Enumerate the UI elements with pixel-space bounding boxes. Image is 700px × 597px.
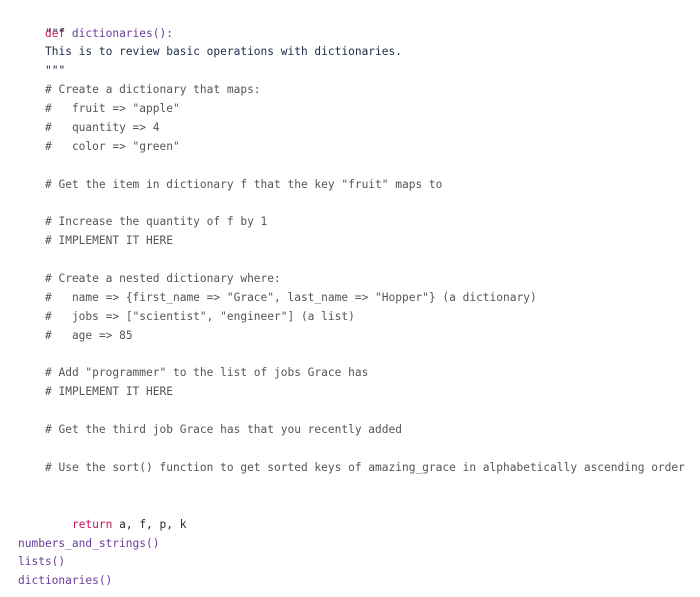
comment-line: # Increase the quantity of f by 1 xyxy=(45,215,268,228)
comment-line: # Use the sort() function to get sorted … xyxy=(45,461,685,474)
return-line: return a, f, p, k xyxy=(45,496,187,531)
docstring-open: """ xyxy=(45,27,66,40)
comment-line: # name => {first_name => "Grace", last_n… xyxy=(45,291,537,304)
function-call-line: numbers_and_strings() xyxy=(18,537,160,550)
docstring-close: """ xyxy=(45,64,66,77)
return-values: a, f, p, k xyxy=(112,518,187,531)
function-name: dictionaries(): xyxy=(71,27,173,40)
function-definition-line: def dictionaries(): xyxy=(18,5,173,40)
comment-line: # fruit => "apple" xyxy=(45,102,180,115)
comment-line: # jobs => ["scientist", "engineer"] (a l… xyxy=(45,310,355,323)
comment-line: # Create a nested dictionary where: xyxy=(45,272,281,285)
comment-line: # quantity => 4 xyxy=(45,121,160,134)
comment-line: # age => 85 xyxy=(45,329,133,342)
function-call-line: dictionaries() xyxy=(18,574,113,587)
comment-line: # Create a dictionary that maps: xyxy=(45,83,261,96)
function-call-line: lists() xyxy=(18,555,66,568)
comment-line: # Get the item in dictionary f that the … xyxy=(45,178,443,191)
comment-line: # Get the third job Grace has that you r… xyxy=(45,423,402,436)
return-keyword: return xyxy=(71,518,113,531)
docstring-text: This is to review basic operations with … xyxy=(45,45,402,58)
comment-line: # IMPLEMENT IT HERE xyxy=(45,385,173,398)
comment-line: # color => "green" xyxy=(45,140,180,153)
comment-line: # IMPLEMENT IT HERE xyxy=(45,234,173,247)
comment-line: # Add "programmer" to the list of jobs G… xyxy=(45,366,369,379)
